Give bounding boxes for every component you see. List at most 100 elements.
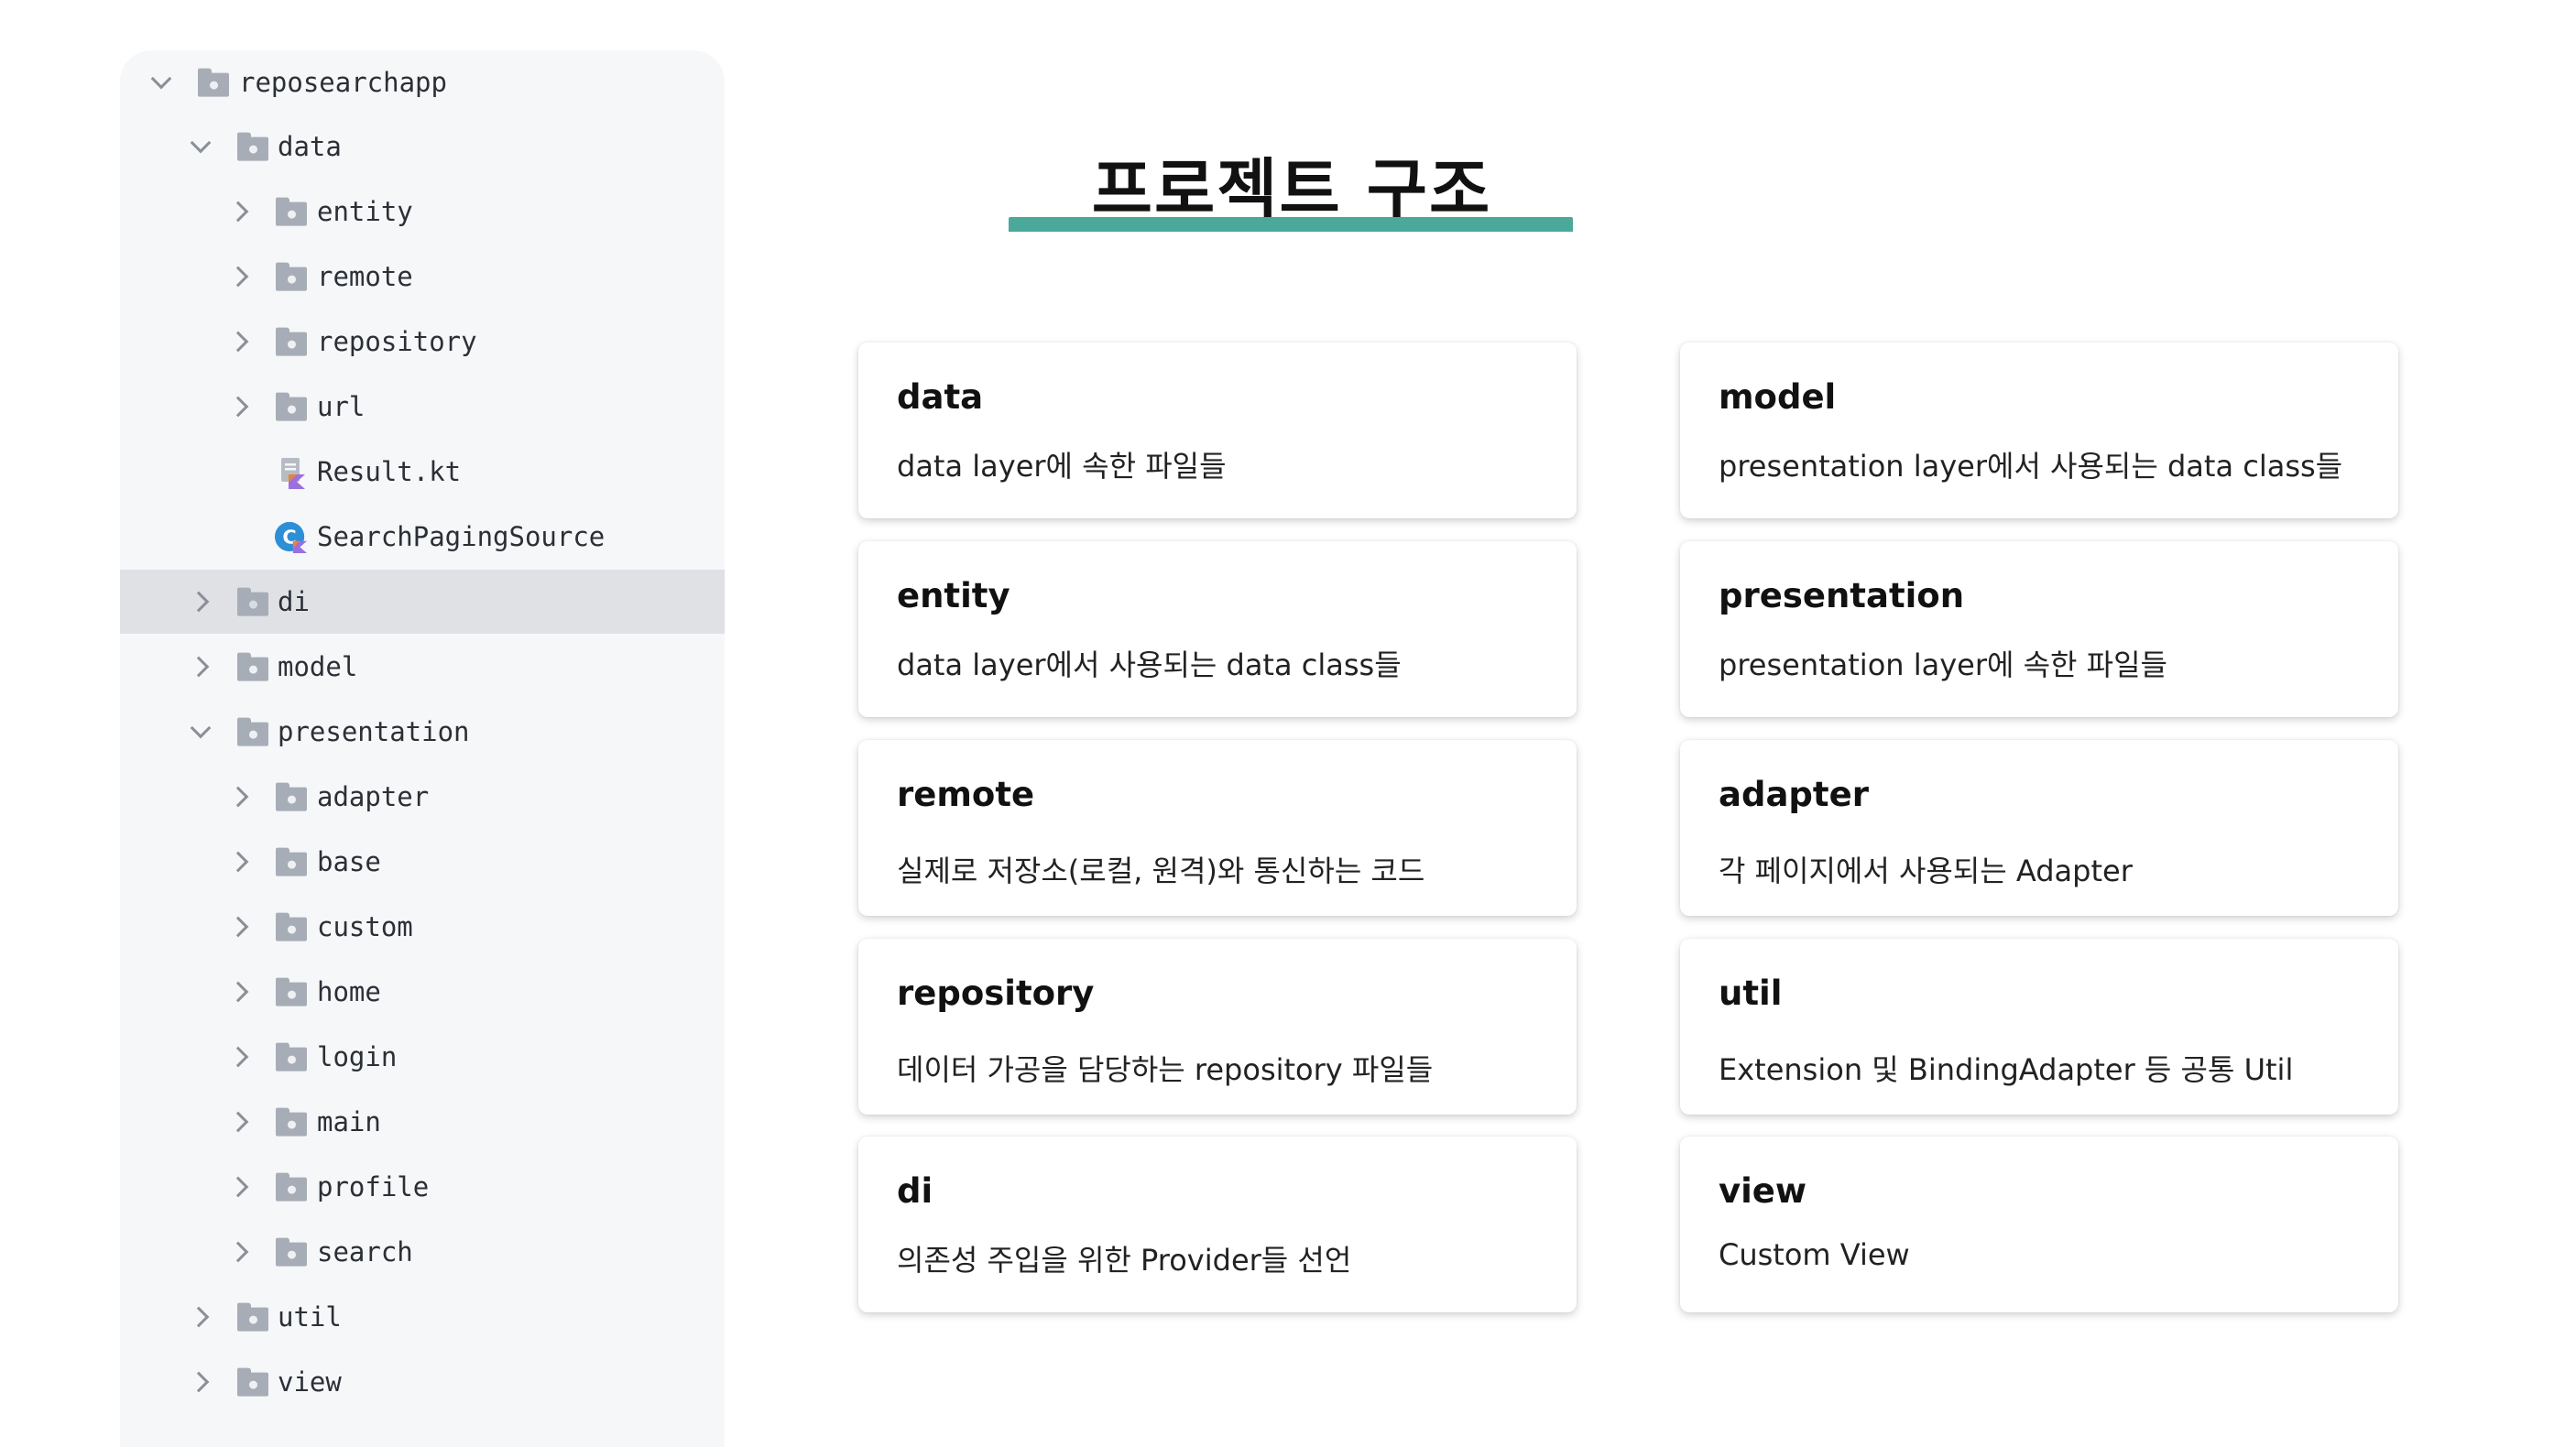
chevron-right-icon[interactable] (227, 1176, 249, 1198)
folder-icon (237, 132, 268, 161)
card-entity: entity data layer에서 사용되는 data class들 (858, 541, 1577, 717)
tree-item-custom[interactable]: custom (120, 895, 725, 959)
tree-item-search[interactable]: search (120, 1220, 725, 1284)
card-description: Custom View (1719, 1237, 1910, 1272)
tree-item-label: login (317, 1041, 398, 1072)
tree-item-entity[interactable]: entity (120, 180, 725, 244)
card-repository: repository 데이터 가공을 담당하는 repository 파일들 (858, 939, 1577, 1115)
card-title: view (1719, 1171, 1807, 1211)
card-description: data layer에 속한 파일들 (897, 449, 1227, 484)
chevron-right-icon[interactable] (188, 591, 210, 613)
folder-icon (237, 717, 268, 746)
chevron-down-icon[interactable] (190, 132, 212, 154)
tree-item-label: home (317, 976, 381, 1007)
card-title: data (897, 377, 984, 417)
card-view: view Custom View (1680, 1137, 2398, 1312)
tree-item-data[interactable]: data (120, 114, 725, 179)
tree-item-util[interactable]: util (120, 1285, 725, 1349)
tree-item-model[interactable]: model (120, 635, 725, 699)
chevron-right-icon[interactable] (227, 1241, 249, 1263)
tree-item-label: view (278, 1366, 342, 1398)
tree-item-label: remote (317, 261, 413, 292)
tree-item-label: profile (317, 1171, 430, 1202)
tree-item-profile[interactable]: profile (120, 1155, 725, 1219)
chevron-right-icon[interactable] (227, 916, 249, 938)
card-description: presentation layer에서 사용되는 data class들 (1719, 449, 2343, 484)
tree-item-label: model (278, 651, 358, 682)
tree-item-label: util (278, 1301, 342, 1333)
folder-icon (276, 1042, 307, 1072)
folder-icon (276, 197, 307, 226)
folder-icon (276, 262, 307, 291)
chevron-right-icon[interactable] (227, 786, 249, 808)
folder-icon (276, 782, 307, 811)
tree-item-di[interactable]: di (120, 570, 725, 634)
title-underline-bar (1009, 217, 1573, 232)
chevron-right-icon[interactable] (227, 331, 249, 353)
chevron-right-icon[interactable] (227, 396, 249, 418)
card-title: di (897, 1171, 933, 1211)
card-description: 실제로 저장소(로컬, 원격)와 통신하는 코드 (897, 854, 1425, 888)
tree-item-view[interactable]: view (120, 1350, 725, 1414)
tree-item-label: Result.kt (317, 456, 462, 487)
project-tree-panel: reposearchapp data entity remote reposit… (120, 50, 725, 1447)
tree-item-label: adapter (317, 781, 430, 812)
tree-item-reposearchapp[interactable]: reposearchapp (120, 50, 725, 114)
card-model: model presentation layer에서 사용되는 data cla… (1680, 343, 2398, 518)
tree-item-adapter[interactable]: adapter (120, 765, 725, 829)
tree-item-label: reposearchapp (239, 67, 447, 98)
card-title: util (1719, 974, 1783, 1013)
tree-item-label: url (317, 391, 366, 422)
chevron-right-icon[interactable] (188, 1306, 210, 1328)
chevron-down-icon[interactable] (190, 717, 212, 739)
card-title: adapter (1719, 775, 1869, 814)
kotlin-file-icon (281, 458, 305, 489)
chevron-right-icon[interactable] (227, 851, 249, 873)
folder-icon (237, 587, 268, 616)
tree-item-searchpagingsource[interactable]: C SearchPagingSource (120, 505, 725, 569)
chevron-down-icon[interactable] (150, 68, 172, 90)
tree-item-label: base (317, 846, 381, 877)
card-title: entity (897, 576, 1010, 615)
folder-icon (237, 652, 268, 681)
tree-item-label: main (317, 1106, 381, 1137)
tree-item-home[interactable]: home (120, 960, 725, 1024)
card-description: presentation layer에 속한 파일들 (1719, 647, 2167, 682)
folder-icon (276, 977, 307, 1006)
card-description: 각 페이지에서 사용되는 Adapter (1719, 854, 2133, 888)
kotlin-class-icon: C (274, 521, 307, 553)
card-title: model (1719, 377, 1837, 417)
tree-item-result-kt[interactable]: Result.kt (120, 440, 725, 504)
folder-icon (276, 327, 307, 356)
folder-icon (276, 392, 307, 421)
tree-item-label: custom (317, 911, 413, 942)
card-title: presentation (1719, 576, 1965, 615)
tree-item-label: presentation (278, 716, 470, 747)
card-description: 의존성 주입을 위한 Provider들 선언 (897, 1243, 1352, 1278)
tree-item-url[interactable]: url (120, 375, 725, 439)
chevron-right-icon[interactable] (188, 1371, 210, 1393)
chevron-right-icon[interactable] (227, 1046, 249, 1068)
chevron-right-icon[interactable] (188, 656, 210, 678)
tree-item-remote[interactable]: remote (120, 245, 725, 309)
tree-item-label: SearchPagingSource (317, 521, 606, 552)
card-presentation: presentation presentation layer에 속한 파일들 (1680, 541, 2398, 717)
tree-item-main[interactable]: main (120, 1090, 725, 1154)
tree-item-label: data (278, 131, 342, 162)
tree-item-base[interactable]: base (120, 830, 725, 894)
chevron-right-icon[interactable] (227, 1111, 249, 1133)
chevron-right-icon[interactable] (227, 201, 249, 223)
chevron-right-icon[interactable] (227, 266, 249, 288)
card-adapter: adapter 각 페이지에서 사용되는 Adapter (1680, 740, 2398, 916)
folder-icon (198, 68, 229, 97)
card-description: Extension 및 BindingAdapter 등 공통 Util (1719, 1052, 2294, 1087)
card-remote: remote 실제로 저장소(로컬, 원격)와 통신하는 코드 (858, 740, 1577, 916)
folder-icon (237, 1367, 268, 1397)
card-description: data layer에서 사용되는 data class들 (897, 647, 1402, 682)
chevron-right-icon[interactable] (227, 981, 249, 1003)
card-description: 데이터 가공을 담당하는 repository 파일들 (897, 1052, 1434, 1087)
tree-item-repository[interactable]: repository (120, 310, 725, 374)
tree-item-presentation[interactable]: presentation (120, 700, 725, 764)
tree-item-login[interactable]: login (120, 1025, 725, 1089)
folder-icon (276, 1172, 307, 1202)
